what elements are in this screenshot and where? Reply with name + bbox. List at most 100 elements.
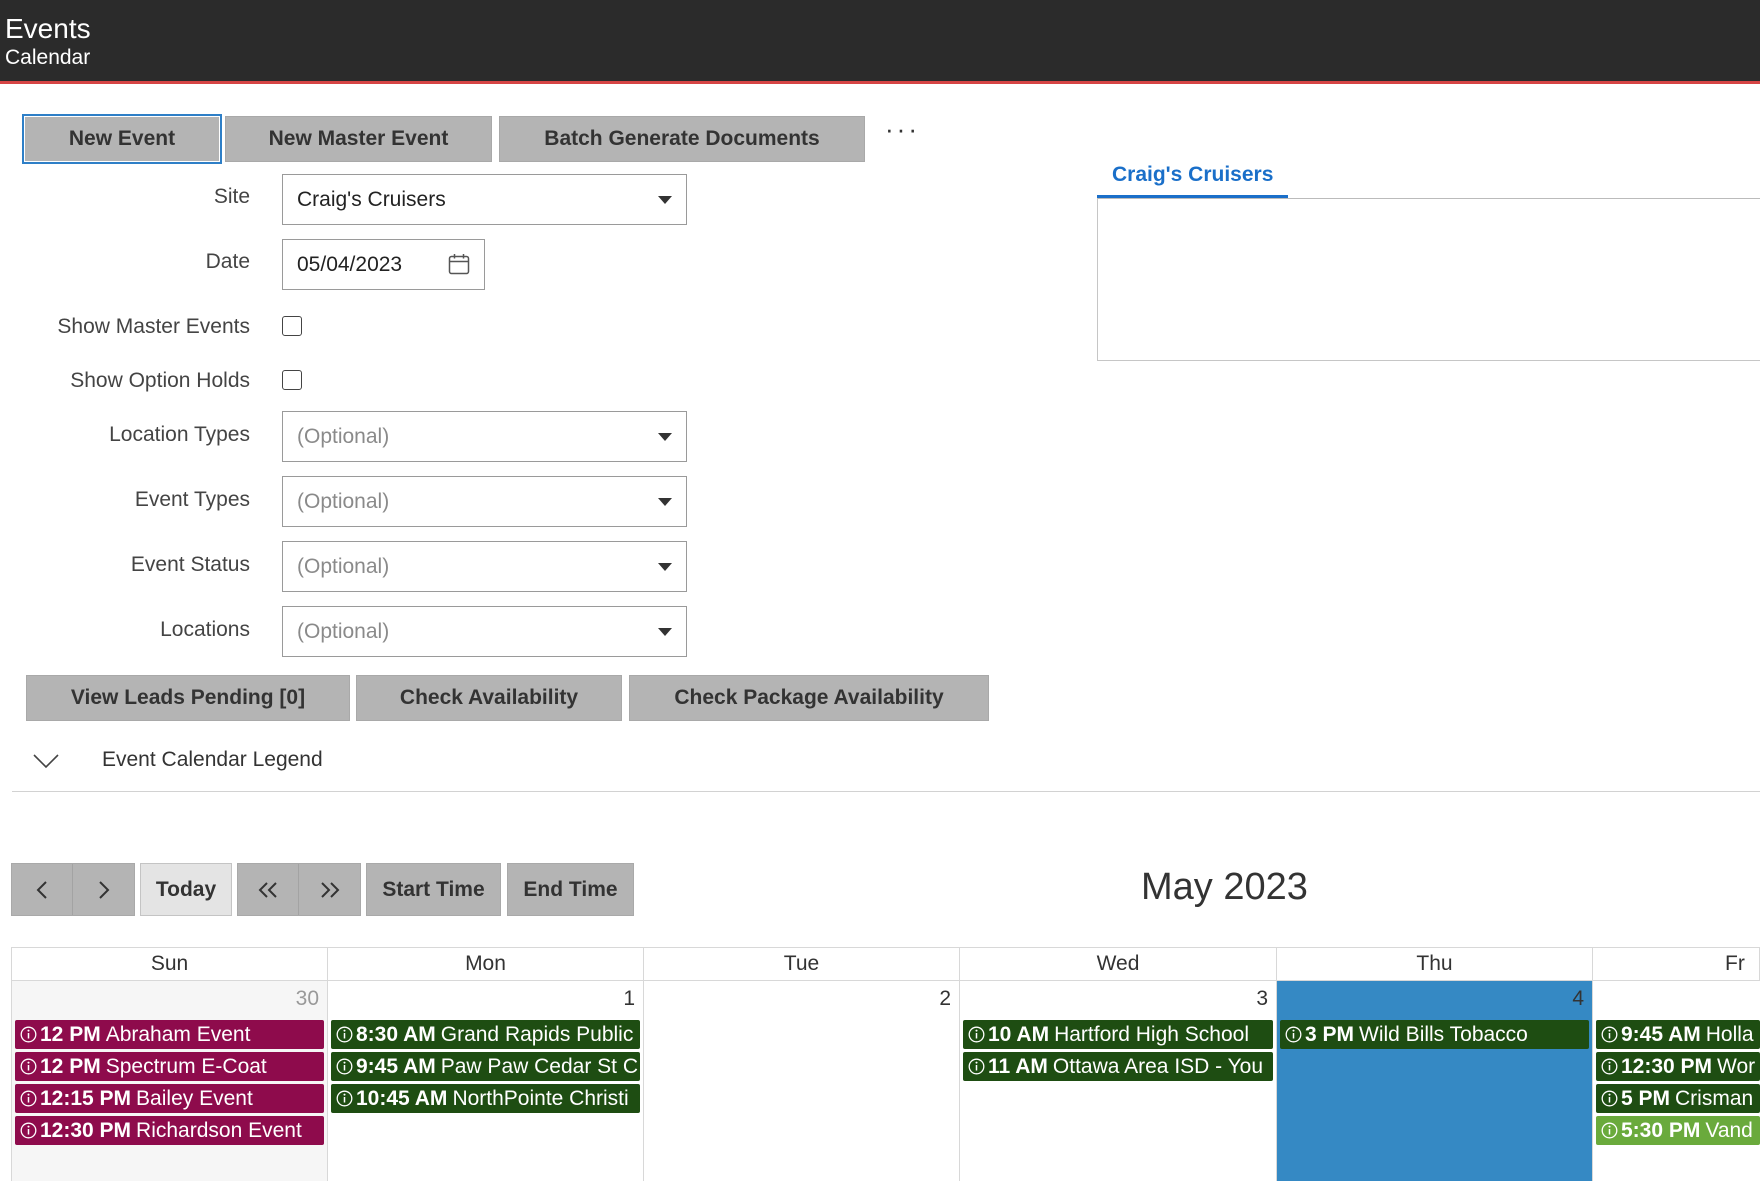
end-time-button[interactable]: End Time [507, 863, 634, 916]
info-icon [336, 1026, 353, 1043]
info-icon [20, 1122, 37, 1139]
location-types-placeholder: (Optional) [297, 424, 390, 448]
double-chevron-left-icon [258, 881, 277, 898]
calendar-event[interactable]: 10 AM Hartford High School [963, 1020, 1273, 1049]
page-subtitle: Calendar [5, 46, 91, 69]
calendar-event[interactable]: 12:15 PM Bailey Event [15, 1084, 324, 1113]
next-button[interactable] [73, 864, 134, 915]
event-time: 5:30 PM [1621, 1118, 1701, 1142]
new-master-event-button[interactable]: New Master Event [225, 116, 492, 162]
calendar-event[interactable]: 12 PM Spectrum E-Coat [15, 1052, 324, 1081]
show-master-events-checkbox[interactable] [282, 316, 302, 336]
event-time: 12 PM [40, 1022, 101, 1046]
event-title: Hartford High School [1054, 1022, 1250, 1046]
info-icon [20, 1058, 37, 1075]
legend-label: Event Calendar Legend [102, 748, 323, 771]
event-title: Bailey Event [136, 1086, 253, 1110]
event-title: Paw Paw Cedar St C [440, 1054, 638, 1078]
event-title: Wild Bills Tobacco [1359, 1022, 1528, 1046]
site-tab-panel [1097, 198, 1760, 361]
prev-year-button[interactable] [238, 864, 299, 915]
prev-button[interactable] [12, 864, 73, 915]
calendar-event[interactable]: 12:30 PM Richardson Event [15, 1116, 324, 1145]
calendar-event[interactable]: 9:45 AM Paw Paw Cedar St C [331, 1052, 640, 1081]
calendar-event[interactable]: 5:30 PM Vand [1596, 1116, 1760, 1145]
day-cell-may-2[interactable]: 2 [644, 981, 960, 1181]
event-types-select[interactable]: (Optional) [282, 476, 687, 527]
more-options-icon[interactable]: ··· [885, 116, 920, 142]
calendar-event[interactable]: 11 AM Ottawa Area ISD - You [963, 1052, 1273, 1081]
calendar-event[interactable]: 9:45 AM Holla [1596, 1020, 1760, 1049]
day-cell-may-4-today[interactable]: 4 3 PM Wild Bills Tobacco [1277, 981, 1593, 1181]
day-number: 3 [1256, 987, 1268, 1010]
weekday-header: Sun [11, 947, 328, 981]
show-master-events-label: Show Master Events [57, 315, 250, 338]
event-title: Holla [1705, 1022, 1754, 1046]
site-label: Site [213, 185, 250, 208]
calendar-event[interactable]: 12 PM Abraham Event [15, 1020, 324, 1049]
locations-label: Locations [160, 618, 250, 641]
day-cell-apr-30[interactable]: 30 12 PM Abraham Event 12 PM Spectrum E-… [11, 981, 328, 1181]
weekday-header: Mon [328, 947, 644, 981]
show-option-holds-label: Show Option Holds [70, 369, 250, 392]
chevron-down-icon [658, 497, 672, 506]
site-select[interactable]: Craig's Cruisers [282, 174, 687, 225]
event-title: Richardson Event [136, 1118, 302, 1142]
event-time: 11 AM [988, 1054, 1048, 1078]
start-time-button[interactable]: Start Time [366, 863, 501, 916]
event-title: Vand [1705, 1118, 1753, 1142]
event-time: 12:30 PM [40, 1118, 132, 1142]
event-status-select[interactable]: (Optional) [282, 541, 687, 592]
event-time: 12 PM [40, 1054, 101, 1078]
event-title: Wor [1717, 1054, 1756, 1078]
tab-craigs-cruisers[interactable]: Craig's Cruisers [1112, 163, 1273, 187]
chevron-down-icon [658, 562, 672, 571]
event-time: 12:15 PM [40, 1086, 132, 1110]
event-calendar-legend[interactable]: Event Calendar Legend [12, 740, 1760, 792]
calendar-event[interactable]: 10:45 AM NorthPointe Christi [331, 1084, 640, 1113]
show-option-holds-checkbox[interactable] [282, 370, 302, 390]
locations-select[interactable]: (Optional) [282, 606, 687, 657]
info-icon [1601, 1026, 1618, 1043]
weekday-header: Fr [1593, 947, 1760, 981]
date-input[interactable]: 05/04/2023 [282, 239, 485, 290]
calendar-event[interactable]: 3 PM Wild Bills Tobacco [1280, 1020, 1589, 1049]
day-cell-may-1[interactable]: 1 8:30 AM Grand Rapids Public 9:45 AM Pa… [328, 981, 644, 1181]
day-number: 2 [939, 987, 951, 1010]
double-chevron-right-icon [320, 881, 339, 898]
info-icon [1601, 1090, 1618, 1107]
info-icon [1601, 1122, 1618, 1139]
calendar-event[interactable]: 8:30 AM Grand Rapids Public [331, 1020, 640, 1049]
check-package-availability-button[interactable]: Check Package Availability [629, 675, 989, 721]
view-leads-pending-button[interactable]: View Leads Pending [0] [26, 675, 350, 721]
calendar-event[interactable]: 12:30 PM Wor [1596, 1052, 1760, 1081]
page-title: Events [5, 13, 91, 44]
day-cell-may-3[interactable]: 3 10 AM Hartford High School 11 AM Ottaw… [960, 981, 1277, 1181]
chevron-left-icon [36, 880, 47, 899]
event-time: 5 PM [1621, 1086, 1671, 1110]
batch-generate-documents-button[interactable]: Batch Generate Documents [499, 116, 865, 162]
today-button[interactable]: Today [140, 863, 232, 916]
event-title: Ottawa Area ISD - You [1052, 1054, 1264, 1078]
event-types-placeholder: (Optional) [297, 489, 390, 513]
info-icon [968, 1026, 985, 1043]
chevron-down-icon[interactable] [32, 752, 60, 770]
calendar-event[interactable]: 5 PM Crisman [1596, 1084, 1760, 1113]
weekday-header: Wed [960, 947, 1277, 981]
chevron-right-icon [98, 880, 109, 899]
new-event-button[interactable]: New Event [22, 114, 222, 164]
check-availability-button[interactable]: Check Availability [356, 675, 622, 721]
location-types-select[interactable]: (Optional) [282, 411, 687, 462]
event-types-label: Event Types [134, 488, 250, 511]
event-title: Abraham Event [105, 1022, 251, 1046]
calendar-icon[interactable] [448, 253, 470, 275]
event-title: Spectrum E-Coat [105, 1054, 267, 1078]
event-time: 10:45 AM [356, 1086, 448, 1110]
site-select-value: Craig's Cruisers [297, 187, 446, 211]
next-year-button[interactable] [299, 864, 360, 915]
day-cell-may-5[interactable]: 9:45 AM Holla 12:30 PM Wor 5 PM Crisman … [1593, 981, 1760, 1181]
event-status-label: Event Status [130, 553, 250, 576]
day-number: 4 [1572, 987, 1584, 1010]
date-label: Date [205, 250, 250, 273]
chevron-down-icon [658, 195, 672, 204]
